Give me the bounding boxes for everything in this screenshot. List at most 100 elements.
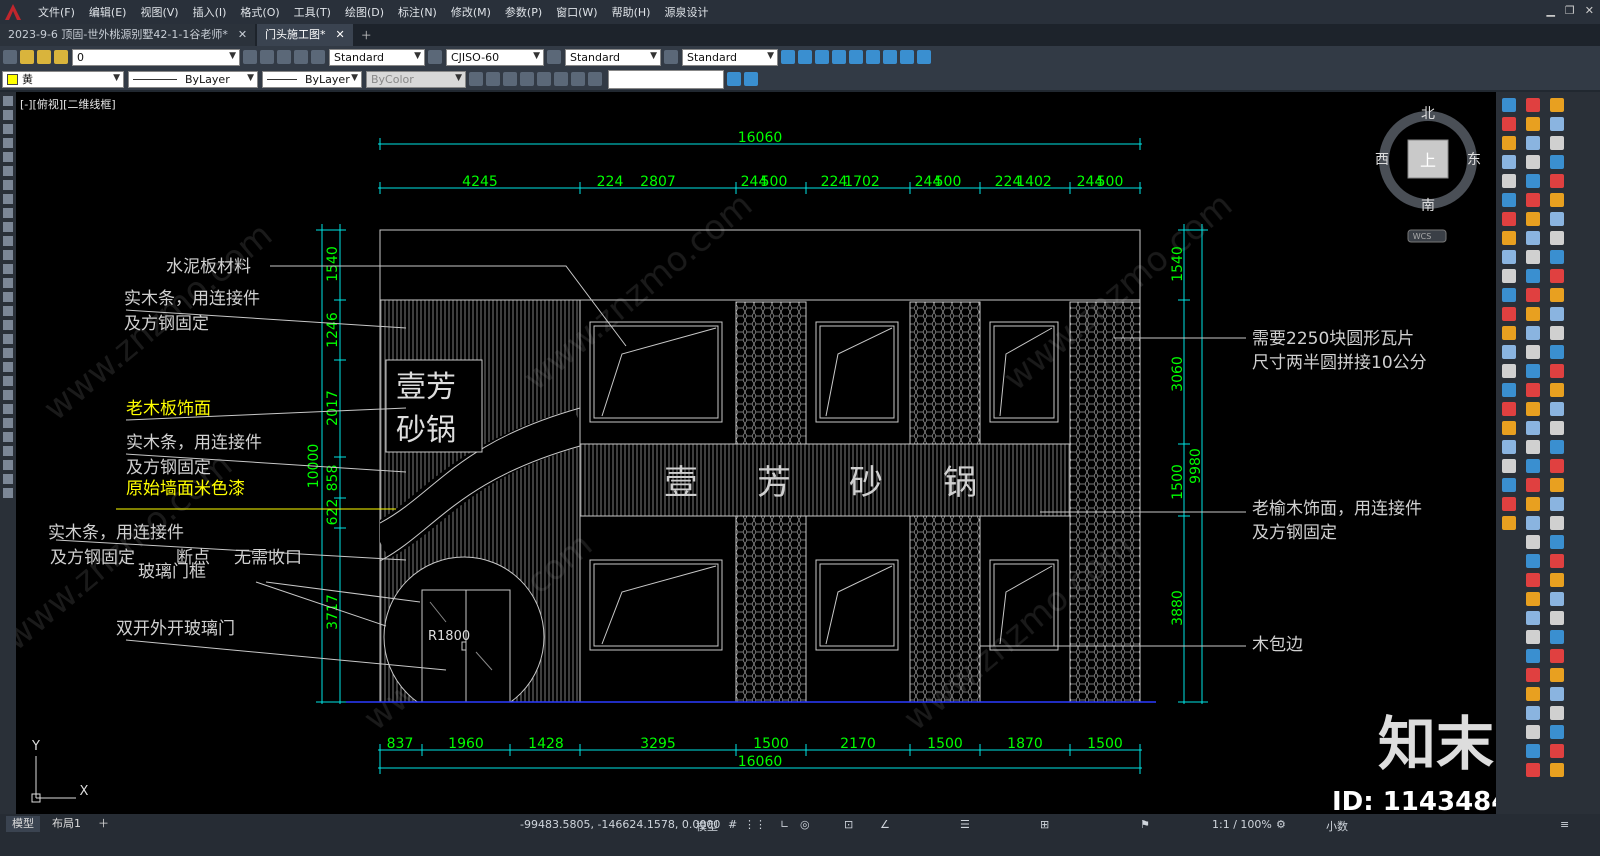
menu-plugin[interactable]: 源泉设计 [664,4,708,20]
command-tool-icon[interactable] [1550,231,1564,245]
command-tool-icon[interactable] [1550,288,1564,302]
tab-model[interactable]: 模型 [6,816,40,832]
text-style-icon[interactable] [311,50,325,64]
annotation-visibility-icon[interactable]: ⚑ [1140,818,1150,831]
offset-tool-icon[interactable] [3,334,13,344]
ortho-icon[interactable]: ∟ [780,818,789,831]
menu-insert[interactable]: 插入(I) [193,4,227,20]
command-tool-icon[interactable] [1526,573,1540,587]
array-tool-icon[interactable] [3,348,13,358]
command-tool-icon[interactable] [1526,402,1540,416]
layer-select[interactable]: 0 ▼ [72,48,240,66]
command-tool-icon[interactable] [1502,402,1516,416]
chamfer-tool-icon[interactable] [3,460,13,470]
command-tool-icon[interactable] [1550,649,1564,663]
hatch-tool-icon[interactable] [3,236,13,246]
spellcheck-icon[interactable] [849,50,863,64]
command-tool-icon[interactable] [1550,497,1564,511]
arc-tool-icon[interactable] [3,124,13,134]
command-tool-icon[interactable] [1526,535,1540,549]
selection-cycle-icon[interactable]: ⊞ [1040,818,1049,831]
command-tool-icon[interactable] [1502,269,1516,283]
lineweight-select[interactable]: ByLayer ▼ [262,70,362,88]
command-tool-icon[interactable] [1502,307,1516,321]
command-tool-icon[interactable] [1550,383,1564,397]
menu-view[interactable]: 视图(V) [140,4,178,20]
command-tool-icon[interactable] [1502,383,1516,397]
table-style-select[interactable]: Standard ▼ [565,48,661,66]
compass-north[interactable]: 北 [1421,106,1435,122]
model-space-toggle[interactable]: 模型 [696,818,718,834]
command-tool-icon[interactable] [1502,478,1516,492]
dim-style-icon[interactable] [428,50,442,64]
command-tool-icon[interactable] [1526,326,1540,340]
command-tool-icon[interactable] [1550,592,1564,606]
menu-parameters[interactable]: 参数(P) [505,4,542,20]
command-tool-icon[interactable] [1502,155,1516,169]
command-tool-icon[interactable] [1526,117,1540,131]
polar-icon[interactable]: ◎ [800,818,810,831]
command-tool-icon[interactable] [1526,231,1540,245]
tab-layout1[interactable]: 布局1 [46,816,87,832]
text-style-select[interactable]: Standard ▼ [329,48,425,66]
viewport-controls[interactable]: [-][俯视][二维线框] [20,96,116,112]
command-tool-icon[interactable] [1526,687,1540,701]
command-tool-icon[interactable] [1550,326,1564,340]
insert-block-icon[interactable] [3,208,13,218]
command-tool-icon[interactable] [1526,725,1540,739]
spline-tool-icon[interactable] [3,180,13,190]
scale-tool-icon[interactable] [3,376,13,386]
menu-format[interactable]: 格式(O) [240,4,279,20]
command-tool-icon[interactable] [1550,668,1564,682]
snap-icon[interactable]: ⋮⋮ [744,818,766,831]
command-tool-icon[interactable] [1502,516,1516,530]
command-tool-icon[interactable] [1550,250,1564,264]
layer-iso-icon[interactable] [294,50,308,64]
mirror-tool-icon[interactable] [3,320,13,330]
command-tool-icon[interactable] [1526,383,1540,397]
restore-icon[interactable]: ❐ [1565,4,1575,17]
bulb-icon[interactable] [20,50,34,64]
command-tool-icon[interactable] [1502,345,1516,359]
color-select[interactable]: 黄 ▼ [2,70,124,88]
osnap-icon[interactable]: ⊡ [844,818,853,831]
command-tool-icon[interactable] [1502,136,1516,150]
mleader-style-select[interactable]: Standard ▼ [682,48,778,66]
copy-icon[interactable] [503,72,517,86]
command-tool-icon[interactable] [1550,364,1564,378]
command-tool-icon[interactable] [1502,174,1516,188]
command-tool-icon[interactable] [1550,725,1564,739]
text-justify-icon[interactable] [883,50,897,64]
command-tool-icon[interactable] [1550,174,1564,188]
text-icon[interactable] [781,50,795,64]
command-tool-icon[interactable] [1550,630,1564,644]
command-tool-icon[interactable] [1550,440,1564,454]
rectangle-tool-icon[interactable] [3,152,13,162]
command-tool-icon[interactable] [1502,364,1516,378]
command-tool-icon[interactable] [1502,117,1516,131]
circle-tool-icon[interactable] [3,166,13,176]
command-tool-icon[interactable] [1550,402,1564,416]
tab-document-1[interactable]: 2023-9-6 顶固-世外桃源别墅42-1-1谷老师* ✕ [0,24,256,46]
copy-tool-icon[interactable] [3,306,13,316]
command-tool-icon[interactable] [1526,288,1540,302]
layer-prev-icon[interactable] [260,50,274,64]
customize-icon[interactable]: ≡ [1560,818,1569,831]
compass-south[interactable]: 南 [1421,198,1435,214]
group-icon[interactable] [571,72,585,86]
command-tool-icon[interactable] [1526,744,1540,758]
command-tool-icon[interactable] [1550,763,1564,777]
command-tool-icon[interactable] [1550,706,1564,720]
stretch-tool-icon[interactable] [3,390,13,400]
command-tool-icon[interactable] [1550,611,1564,625]
table-style-icon[interactable] [547,50,561,64]
coordinate-readout[interactable]: -99483.5805, -146624.1578, 0.0000 [520,818,720,831]
mtext-icon[interactable] [798,50,812,64]
command-tool-icon[interactable] [1550,459,1564,473]
lineweight-icon[interactable]: ☰ [960,818,970,831]
command-tool-icon[interactable] [1550,421,1564,435]
command-tool-icon[interactable] [1526,554,1540,568]
print-icon[interactable] [469,72,483,86]
text-frame-icon[interactable] [900,50,914,64]
fillet-tool-icon[interactable] [3,474,13,484]
